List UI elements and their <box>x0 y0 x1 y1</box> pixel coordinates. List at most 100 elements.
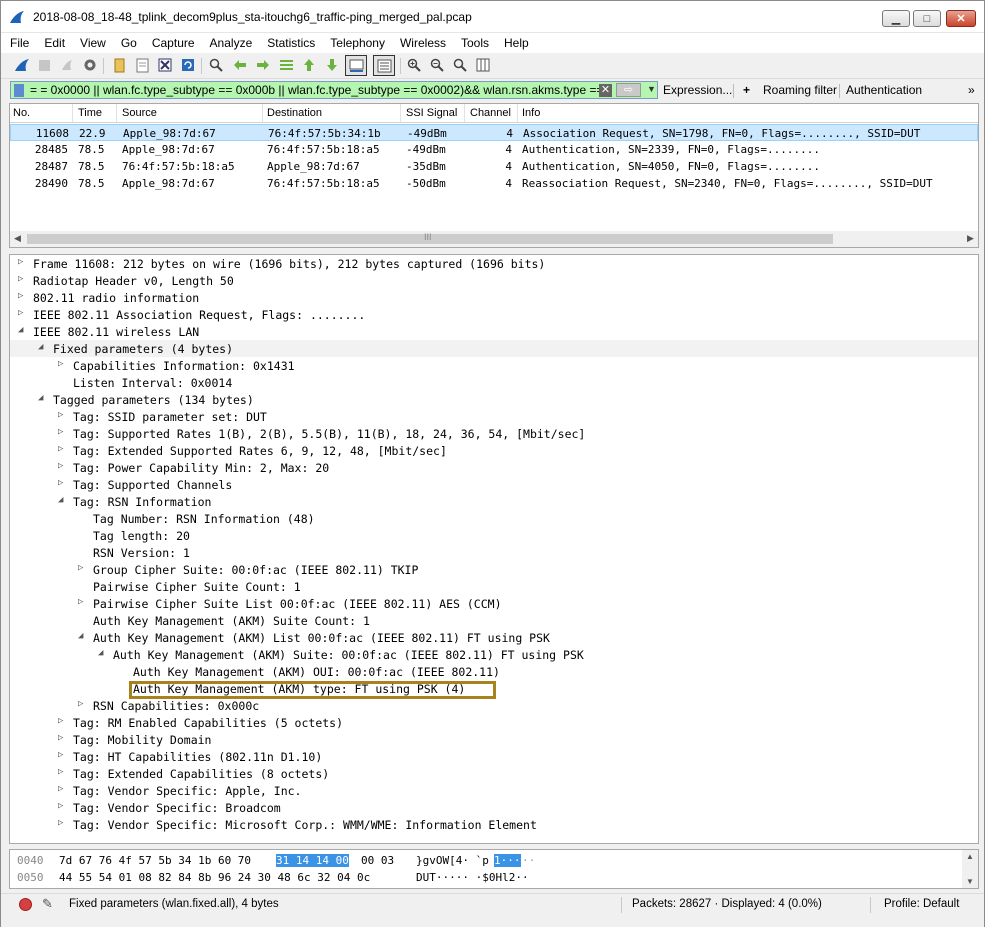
collapse-arrow-icon[interactable]: ◢ <box>98 648 108 658</box>
expand-arrow-icon[interactable]: ▷ <box>58 716 68 726</box>
menu-file[interactable]: File <box>10 36 29 50</box>
menu-analyze[interactable]: Analyze <box>210 36 253 50</box>
expand-arrow-icon[interactable]: ▷ <box>58 410 68 420</box>
expand-arrow-icon[interactable]: ▷ <box>78 699 88 709</box>
expand-arrow-icon[interactable]: ▷ <box>58 767 68 777</box>
details-tree-item[interactable]: ▷ Tag: Mobility Domain <box>10 731 978 748</box>
column-header-info[interactable]: Info <box>522 107 540 119</box>
menu-tools[interactable]: Tools <box>461 36 489 50</box>
menu-view[interactable]: View <box>80 36 106 50</box>
details-tree-item[interactable]: ▷ Radiotap Header v0, Length 50 <box>10 272 978 289</box>
column-header-time[interactable]: Time <box>78 107 102 119</box>
authentication-filter-button[interactable]: Authentication <box>846 83 922 97</box>
column-header-channel[interactable]: Channel <box>470 107 511 119</box>
details-tree-item[interactable]: ◢ Tagged parameters (134 bytes) <box>10 391 978 408</box>
apply-filter-icon[interactable]: ⇨ <box>616 83 641 97</box>
collapse-arrow-icon[interactable]: ◢ <box>38 393 48 403</box>
edit-comment-icon[interactable]: ✎ <box>42 896 53 912</box>
expand-arrow-icon[interactable]: ▷ <box>58 359 68 369</box>
details-tree-item[interactable]: ▷ Tag: Power Capability Min: 2, Max: 20 <box>10 459 978 476</box>
expand-arrow-icon[interactable]: ▷ <box>58 478 68 488</box>
details-tree-item[interactable]: ▷ Frame 11608: 212 bytes on wire (1696 bi… <box>10 255 978 272</box>
autoscroll-icon[interactable] <box>345 55 367 76</box>
packet-row[interactable]: 11608 22.9 Apple_98:7d:67 76:4f:57:5b:34… <box>10 124 978 141</box>
collapse-arrow-icon[interactable]: ◢ <box>18 325 28 335</box>
more-filters-chevron-icon[interactable]: » <box>968 83 975 97</box>
collapse-arrow-icon[interactable]: ◢ <box>78 631 88 641</box>
details-tree-item[interactable]: ▷ Tag: Vendor Specific: Microsoft Corp.: … <box>10 816 978 833</box>
roaming-filter-button[interactable]: Roaming filter <box>763 83 837 97</box>
expression-button[interactable]: Expression... <box>663 83 732 97</box>
clear-filter-icon[interactable]: ✕ <box>599 84 612 97</box>
details-tree-item[interactable]: ▷ Tag: Extended Capabilities (8 octets) <box>10 765 978 782</box>
bookmark-icon[interactable] <box>14 84 24 97</box>
resize-columns-icon[interactable] <box>474 56 492 74</box>
details-tree-item[interactable]: ▷ Tag: Supported Channels <box>10 476 978 493</box>
menu-wireless[interactable]: Wireless <box>400 36 446 50</box>
details-tree-item[interactable]: ◢ Auth Key Management (AKM) List 00:0f:ac… <box>10 629 978 646</box>
menu-help[interactable]: Help <box>504 36 529 50</box>
capture-status-icon[interactable] <box>19 898 32 911</box>
collapse-arrow-icon[interactable]: ◢ <box>58 495 68 505</box>
expand-arrow-icon[interactable]: ▷ <box>78 563 88 573</box>
menu-telephony[interactable]: Telephony <box>330 36 385 50</box>
column-header-no[interactable]: No. <box>13 107 30 119</box>
column-header-source[interactable]: Source <box>122 107 157 119</box>
start-capture-icon[interactable] <box>13 56 31 74</box>
details-tree-item[interactable]: Pairwise Cipher Suite Count: 1 <box>10 578 978 595</box>
expand-arrow-icon[interactable]: ▷ <box>18 274 28 284</box>
go-back-icon[interactable] <box>231 56 249 74</box>
details-tree-item[interactable]: ◢ Fixed parameters (4 bytes) <box>10 340 978 357</box>
maximize-button[interactable]: □ <box>913 10 941 27</box>
expand-arrow-icon[interactable]: ▷ <box>18 257 28 267</box>
restart-capture-icon[interactable] <box>58 56 76 74</box>
packet-row[interactable]: 28485 78.5 Apple_98:7d:67 76:4f:57:5b:18… <box>10 141 978 158</box>
capture-options-icon[interactable] <box>81 56 99 74</box>
minimize-button[interactable]: ▁ <box>882 10 910 27</box>
expand-arrow-icon[interactable]: ▷ <box>58 444 68 454</box>
menu-statistics[interactable]: Statistics <box>267 36 315 50</box>
column-header-destination[interactable]: Destination <box>267 107 322 119</box>
expand-arrow-icon[interactable]: ▷ <box>18 291 28 301</box>
packet-row[interactable]: 28490 78.5 Apple_98:7d:67 76:4f:57:5b:18… <box>10 175 978 192</box>
scroll-left-icon[interactable]: ◀ <box>14 233 21 244</box>
expand-arrow-icon[interactable]: ▷ <box>58 461 68 471</box>
scroll-up-icon[interactable]: ▲ <box>966 852 974 861</box>
expand-arrow-icon[interactable]: ▷ <box>58 818 68 828</box>
details-tree-item[interactable]: ▷ Tag: RM Enabled Capabilities (5 octets) <box>10 714 978 731</box>
details-tree-item[interactable]: ▷ Tag: Extended Supported Rates 6, 9, 12,… <box>10 442 978 459</box>
bytes-row[interactable]: 0040 7d 67 76 4f 57 5b 34 1b 60 70 31 14… <box>10 852 960 869</box>
expand-arrow-icon[interactable]: ▷ <box>58 784 68 794</box>
reload-file-icon[interactable] <box>179 56 197 74</box>
details-tree-item[interactable]: ◢ Tag: RSN Information <box>10 493 978 510</box>
go-forward-icon[interactable] <box>254 56 272 74</box>
bytes-row[interactable]: 0050 44 55 54 01 08 82 84 8b 96 24 30 48… <box>10 869 960 886</box>
packet-list-horizontal-scrollbar[interactable]: ◀ III ▶ <box>10 231 978 247</box>
details-tree-item[interactable]: ▷ RSN Capabilities: 0x000c <box>10 697 978 714</box>
details-tree-item[interactable]: Auth Key Management (AKM) OUI: 00:0f:ac … <box>10 663 978 680</box>
details-tree-item[interactable]: Tag Number: RSN Information (48) <box>10 510 978 527</box>
zoom-out-icon[interactable] <box>428 56 446 74</box>
expand-arrow-icon[interactable]: ▷ <box>58 801 68 811</box>
go-first-icon[interactable] <box>300 56 318 74</box>
menu-capture[interactable]: Capture <box>152 36 195 50</box>
zoom-normal-icon[interactable] <box>451 56 469 74</box>
close-window-button[interactable]: ✕ <box>946 10 976 27</box>
close-file-icon[interactable] <box>156 56 174 74</box>
bytes-vertical-scrollbar[interactable]: ▲ ▼ <box>962 850 978 888</box>
details-tree-item[interactable]: RSN Version: 1 <box>10 544 978 561</box>
details-tree-item[interactable]: ▷ Tag: HT Capabilities (802.11n D1.10) <box>10 748 978 765</box>
scroll-right-icon[interactable]: ▶ <box>967 233 974 244</box>
details-tree-item[interactable]: ▷ IEEE 802.11 Association Request, Flags:… <box>10 306 978 323</box>
open-file-icon[interactable] <box>110 56 128 74</box>
scroll-down-icon[interactable]: ▼ <box>966 877 974 886</box>
go-to-packet-icon[interactable] <box>277 56 295 74</box>
details-tree-item[interactable]: Tag length: 20 <box>10 527 978 544</box>
details-tree-item[interactable]: ▷ Tag: Vendor Specific: Apple, Inc. <box>10 782 978 799</box>
details-tree-item[interactable]: ▷ Tag: Vendor Specific: Broadcom <box>10 799 978 816</box>
details-tree-item[interactable]: Auth Key Management (AKM) Suite Count: 1 <box>10 612 978 629</box>
expand-arrow-icon[interactable]: ▷ <box>58 733 68 743</box>
details-tree-item[interactable]: ▷ Tag: SSID parameter set: DUT <box>10 408 978 425</box>
save-file-icon[interactable] <box>133 56 151 74</box>
column-header-ssi-signal[interactable]: SSI Signal <box>406 107 457 119</box>
